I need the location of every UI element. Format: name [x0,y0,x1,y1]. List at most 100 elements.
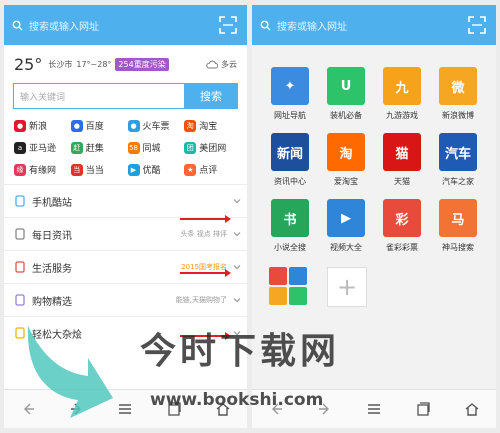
tabs-icon[interactable] [415,401,431,417]
quick-link[interactable]: 缘有缘网 [14,163,71,176]
train-icon: ● [127,119,140,132]
app-tile[interactable]: 马神马搜索 [430,199,486,253]
phone-icon [15,195,25,207]
search-placeholder: 搜索或输入网址 [29,21,99,33]
app-tile[interactable]: 彩雀彩彩票 [374,199,430,253]
section-row[interactable]: 每日资讯 头条 视点 排评 [4,217,247,250]
section-tag: 头条 视点 排评 [180,230,227,238]
app-tile[interactable]: 汽车 汽车之家 [430,133,486,187]
dangdang-icon: 当 [70,163,83,176]
menu-icon[interactable] [117,401,133,417]
novel-icon: 书 [271,199,309,237]
quick-link[interactable]: 58 同城 [127,141,185,154]
app-tile[interactable]: 新闻 资讯中心 [262,133,318,187]
keyword-placeholder: 输入关键词 [20,92,66,103]
app-tile[interactable]: 淘爱淘宝 [318,133,374,187]
shopping-icon [15,294,25,306]
chevron-down-icon [233,199,241,204]
app-label: 天猫 [394,177,410,186]
weibo-icon: 微 [439,67,477,105]
section-row[interactable]: 手机酷站 [4,184,247,217]
youku-icon: ▶ [127,163,140,176]
news-center-icon: 新闻 [271,133,309,171]
app-label: 爱淘宝 [334,177,358,186]
city: 长沙市 [48,59,73,69]
app-tile[interactable]: 九九游游戏 [374,67,430,121]
compass-icon: ✦ [271,67,309,105]
search-bar: 搜索或输入网址 [4,5,247,45]
autohome-icon: 汽车 [439,133,477,171]
watermark-url: www.bookshi.com [150,390,324,410]
app-label: 网址导航 [274,111,306,120]
scan-icon[interactable] [219,16,237,34]
app-tile[interactable]: 微新浪微博 [430,67,486,121]
url-search-box[interactable]: 搜索或输入网址 [12,14,209,36]
baidu-icon: ● [70,119,83,132]
aqi-badge: 254重度污染 [115,57,169,71]
app-label: 汽车之家 [442,177,474,186]
app-label: 新浪微博 [442,111,474,120]
quick-link[interactable]: 团美团网 [184,141,241,154]
lottery-icon: 彩 [383,199,421,237]
search-button[interactable]: 搜索 [184,83,238,109]
app-tile[interactable]: ▶ 视频大全 [318,199,374,253]
amazon-icon: a [14,141,26,154]
search-service-icon [15,261,25,273]
video-icon: ▶ [327,199,365,237]
chevron-down-icon [233,232,241,237]
quick-link-label: 美团网 [199,144,227,154]
section-label: 手机酷站 [32,197,72,209]
cloud-icon [206,60,218,68]
menu-icon[interactable] [366,401,382,417]
app-folder[interactable] [269,267,307,305]
app-tile[interactable]: 猫天猫 [374,133,430,187]
quick-link-label: 赶集 [85,144,104,154]
quick-link[interactable]: ▶ 优酷 [127,163,185,176]
add-app-button[interactable]: + [327,267,367,307]
section-row[interactable]: 购物精选 能链,天猫购物了 [4,283,247,316]
search-bar: 搜索或输入网址 [252,5,496,45]
news-icon [15,228,25,240]
tmall-icon: 猫 [383,133,421,171]
temp-range: 17°~28° [76,59,112,69]
quick-link[interactable]: ● 新浪 [14,119,71,132]
home-icon[interactable] [464,401,480,417]
tongcheng-icon: 58 [127,141,140,154]
app-label: 小说全搜 [274,243,306,252]
app-tile[interactable]: U 装机必备 [318,67,374,121]
quick-link-label: 淘宝 [199,122,218,132]
app-tile[interactable]: 书小说全搜 [262,199,318,253]
search-icon [260,20,271,31]
extra-row: + [252,253,496,307]
scan-icon[interactable] [468,16,486,34]
jiuyou-icon: 九 [383,67,421,105]
keyword-search: 输入关键词 搜索 [13,83,238,109]
quick-link-label: 点评 [199,166,218,176]
chevron-down-icon [233,265,241,270]
quick-link-label: 亚马逊 [29,144,57,154]
quick-link[interactable]: ★ 点评 [184,163,241,176]
red-arrow [180,269,231,277]
url-search-box[interactable]: 搜索或输入网址 [260,14,458,36]
shenma-icon: 马 [439,199,477,237]
ganji-icon: 赶 [70,141,83,154]
app-tile[interactable]: ✦ 网址导航 [262,67,318,121]
quick-link-label: 百度 [85,122,104,132]
app-label: 神马搜索 [442,243,474,252]
app-label: 九游游戏 [386,111,418,120]
quick-link[interactable]: 当当当 [70,163,128,176]
app-label: 资讯中心 [274,177,306,186]
quick-link[interactable]: ● 火车票 [127,119,185,132]
section-row[interactable]: 生活服务 2015国考报名 [4,250,247,283]
quick-link[interactable]: 淘淘宝 [184,119,241,132]
section-label: 购物精选 [32,296,72,308]
taobao-icon: 淘 [184,119,197,132]
weather-bar[interactable]: 25° 长沙市 17°~28° 254重度污染 多云 [4,45,247,83]
keyword-input[interactable]: 输入关键词 [13,83,184,109]
quick-link[interactable]: a 亚马逊 [14,141,71,154]
meituan-icon: 团 [184,141,197,154]
quick-link[interactable]: ● 百度 [70,119,128,132]
quick-link[interactable]: 赶赶集 [70,141,128,154]
youyuan-icon: 缘 [14,163,26,176]
chevron-down-icon [233,298,241,303]
